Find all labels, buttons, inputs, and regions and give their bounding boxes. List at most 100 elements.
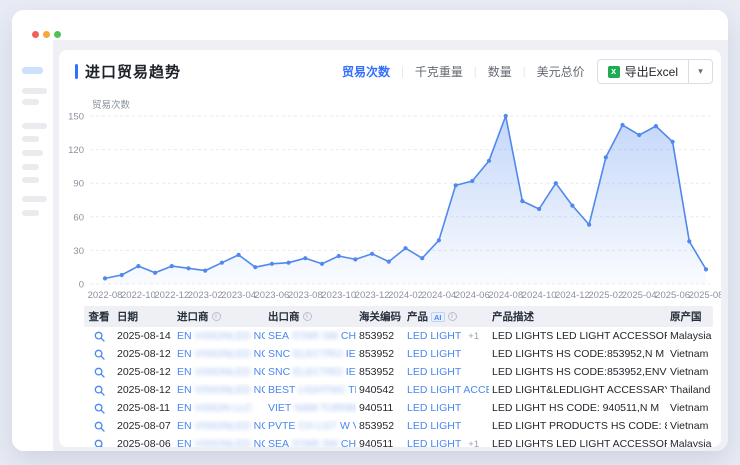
importer-link[interactable]: ENVISION LLC [174, 402, 265, 414]
product-link[interactable]: LED LIGHT [404, 402, 489, 414]
importer-link[interactable]: ENVISIONLEDNG L... [174, 330, 265, 342]
column-header: 产品描述 [489, 309, 667, 324]
exporter-link[interactable]: SNC ELECTROIET... [265, 366, 356, 378]
view-record-button[interactable] [84, 331, 114, 342]
sidebar-item-placeholder[interactable] [22, 88, 47, 94]
date-cell: 2025-08-12 [114, 384, 174, 396]
origin-country-cell: Vietnam [667, 420, 713, 432]
magnifier-icon[interactable] [94, 403, 105, 414]
date-cell: 2025-08-06 [114, 438, 174, 447]
exporter-link[interactable]: PVTECH LGT W VI... [265, 420, 356, 432]
svg-text:2025-08: 2025-08 [689, 290, 721, 301]
importer-link[interactable]: ENVISIONLEDNG L... [174, 384, 265, 396]
sidebar-item-placeholder[interactable] [22, 99, 39, 105]
trend-area-chart[interactable]: 03060901201502022-082022-102022-122023-0… [59, 108, 721, 306]
product-link[interactable]: LED LIGHT [404, 420, 489, 432]
origin-country-cell: Vietnam [667, 402, 713, 414]
date-cell: 2025-08-14 [114, 330, 174, 342]
hs-code-cell: 853952 [356, 366, 404, 378]
trend-card: 进口贸易趋势 贸易次数|千克重量|数量|美元总价 导出Excel ▾ [59, 50, 721, 447]
magnifier-icon[interactable] [94, 349, 105, 360]
svg-text:2025-02: 2025-02 [588, 290, 623, 301]
tab-1[interactable]: 贸易次数 [340, 63, 392, 80]
date-cell: 2025-08-12 [114, 366, 174, 378]
product-link[interactable]: LED LIGHT ACCESSORY [404, 384, 489, 396]
magnifier-icon[interactable] [94, 421, 105, 432]
excel-icon [608, 66, 620, 78]
info-icon[interactable]: i [303, 312, 312, 321]
svg-text:2025-04: 2025-04 [622, 290, 657, 301]
info-icon[interactable]: i [212, 312, 221, 321]
sidebar-item-placeholder[interactable] [22, 150, 43, 156]
exporter-link[interactable]: VIET NAM TURNKE [265, 402, 356, 414]
sidebar-item-active[interactable] [22, 67, 43, 74]
export-excel-button[interactable]: 导出Excel [597, 59, 689, 84]
column-header: 海关编码 [356, 309, 404, 324]
table-row[interactable]: 2025-08-07ENVISIONLEDNG L...PVTECH LGT W… [84, 417, 713, 435]
extra-count: +1 [468, 331, 479, 342]
table-row[interactable]: 2025-08-12ENVISIONLEDNG L...SNC ELECTROI… [84, 363, 713, 381]
tab-2[interactable]: 千克重量 [413, 63, 465, 80]
window-titlebar [12, 10, 728, 40]
magnifier-icon[interactable] [94, 385, 105, 396]
date-cell: 2025-08-11 [114, 402, 174, 414]
sidebar-item-placeholder[interactable] [22, 123, 47, 129]
exporter-link[interactable]: SEA STAR SMCH ... [265, 438, 356, 447]
sidebar-item-placeholder[interactable] [22, 210, 39, 216]
view-record-button[interactable] [84, 367, 114, 378]
export-dropdown-button[interactable]: ▾ [689, 59, 713, 84]
column-header: 出口商i [265, 309, 356, 324]
importer-link[interactable]: ENVISIONLEDNG L... [174, 420, 265, 432]
tab-3[interactable]: 数量 [486, 63, 514, 80]
sidebar-item-placeholder[interactable] [22, 164, 39, 170]
table-row[interactable]: 2025-08-14ENVISIONLEDNG L...SEA STAR SMC… [84, 327, 713, 345]
svg-text:150: 150 [68, 112, 84, 123]
svg-text:2022-08: 2022-08 [88, 290, 123, 301]
importer-link[interactable]: ENVISIONLEDNG L... [174, 438, 265, 447]
product-link[interactable]: LED LIGHT [404, 366, 489, 378]
exporter-link[interactable]: SNC ELECTROIET... [265, 348, 356, 360]
maximize-window-icon[interactable] [54, 31, 61, 38]
info-icon[interactable]: i [448, 312, 457, 321]
svg-text:2023-08: 2023-08 [288, 290, 323, 301]
table-row[interactable]: 2025-08-12ENVISIONLEDNG L...SNC ELECTROI… [84, 345, 713, 363]
view-record-button[interactable] [84, 421, 114, 432]
close-window-icon[interactable] [32, 31, 39, 38]
tab-4[interactable]: 美元总价 [535, 63, 587, 80]
table-row[interactable]: 2025-08-06ENVISIONLEDNG L...SEA STAR SMC… [84, 435, 713, 447]
exporter-link[interactable]: SEA STAR SMCH ... [265, 330, 356, 342]
magnifier-icon[interactable] [94, 439, 105, 448]
export-group: 导出Excel ▾ [597, 59, 713, 84]
sidebar-item-placeholder[interactable] [22, 196, 47, 202]
traffic-lights [32, 31, 61, 38]
description-cell: LED LIGHTS HS CODE:853952,N M [489, 348, 667, 360]
description-cell: LED LIGHTS HS CODE:853952,ENVISIONLED [489, 366, 667, 378]
view-record-button[interactable] [84, 403, 114, 414]
origin-country-cell: Thailand [667, 384, 713, 396]
magnifier-icon[interactable] [94, 367, 105, 378]
exporter-link[interactable]: BESTLIGHTNG THA... [265, 384, 356, 396]
importer-link[interactable]: ENVISIONLEDNG L... [174, 348, 265, 360]
product-link[interactable]: LED LIGHT [404, 348, 489, 360]
sidebar-item-placeholder[interactable] [22, 177, 39, 183]
title-accent-bar [75, 64, 78, 79]
svg-text:2024-08: 2024-08 [488, 290, 523, 301]
view-record-button[interactable] [84, 385, 114, 396]
description-cell: LED LIGHTS LED LIGHT ACCESSORIES,ENVISIO… [489, 330, 667, 342]
importer-link[interactable]: ENVISIONLEDNG L... [174, 366, 265, 378]
card-header: 进口贸易趋势 贸易次数|千克重量|数量|美元总价 导出Excel ▾ [59, 50, 721, 90]
product-link[interactable]: LED LIGHT+1 [404, 330, 489, 342]
column-header: 原产国 [667, 309, 713, 324]
sidebar-item-placeholder[interactable] [22, 136, 39, 142]
sidebar [12, 40, 53, 451]
product-link[interactable]: LED LIGHT+1 [404, 438, 489, 447]
magnifier-icon[interactable] [94, 331, 105, 342]
view-record-button[interactable] [84, 349, 114, 360]
column-header: 进口商i [174, 309, 265, 324]
view-record-button[interactable] [84, 439, 114, 448]
hs-code-cell: 853952 [356, 420, 404, 432]
column-header: 产品AIi [404, 309, 489, 324]
table-row[interactable]: 2025-08-11ENVISION LLCVIET NAM TURNKE940… [84, 399, 713, 417]
minimize-window-icon[interactable] [43, 31, 50, 38]
table-row[interactable]: 2025-08-12ENVISIONLEDNG L...BESTLIGHTNG … [84, 381, 713, 399]
